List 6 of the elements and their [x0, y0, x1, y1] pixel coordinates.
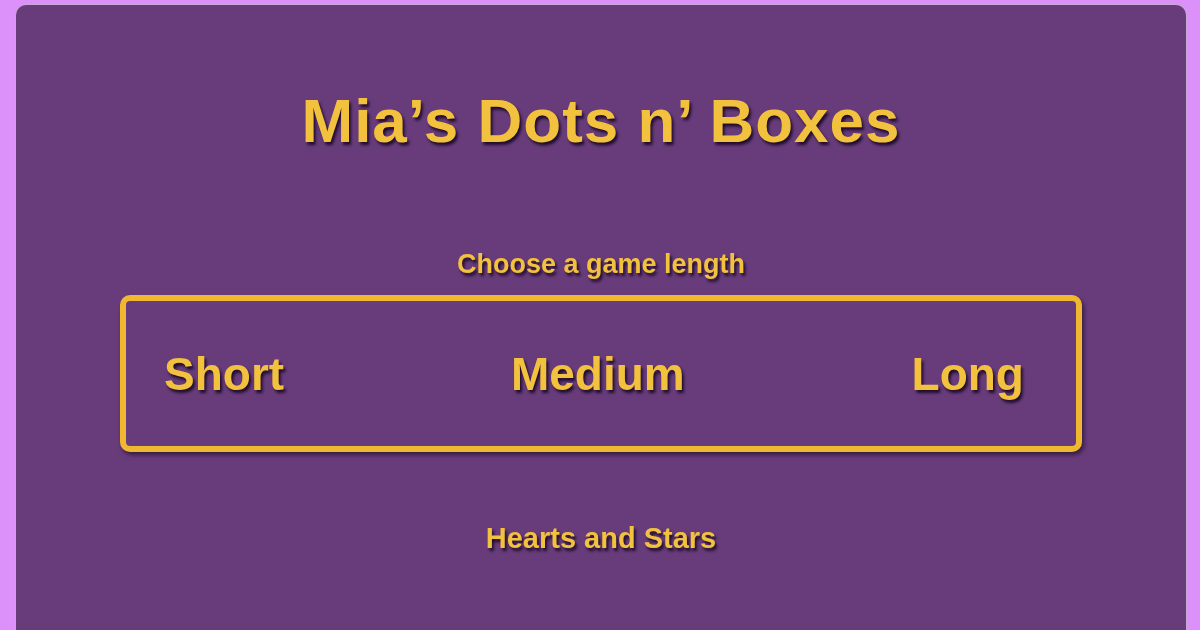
game-length-prompt: Choose a game length: [456, 248, 746, 281]
game-title: Mia’s Dots n’ Boxes: [301, 85, 901, 157]
game-length-button[interactable]: Short: [164, 345, 285, 402]
game-length-button[interactable]: Long: [911, 345, 1024, 402]
theme-option[interactable]: Hearts and Stars: [485, 520, 717, 556]
game-length-button[interactable]: Medium: [510, 345, 685, 402]
